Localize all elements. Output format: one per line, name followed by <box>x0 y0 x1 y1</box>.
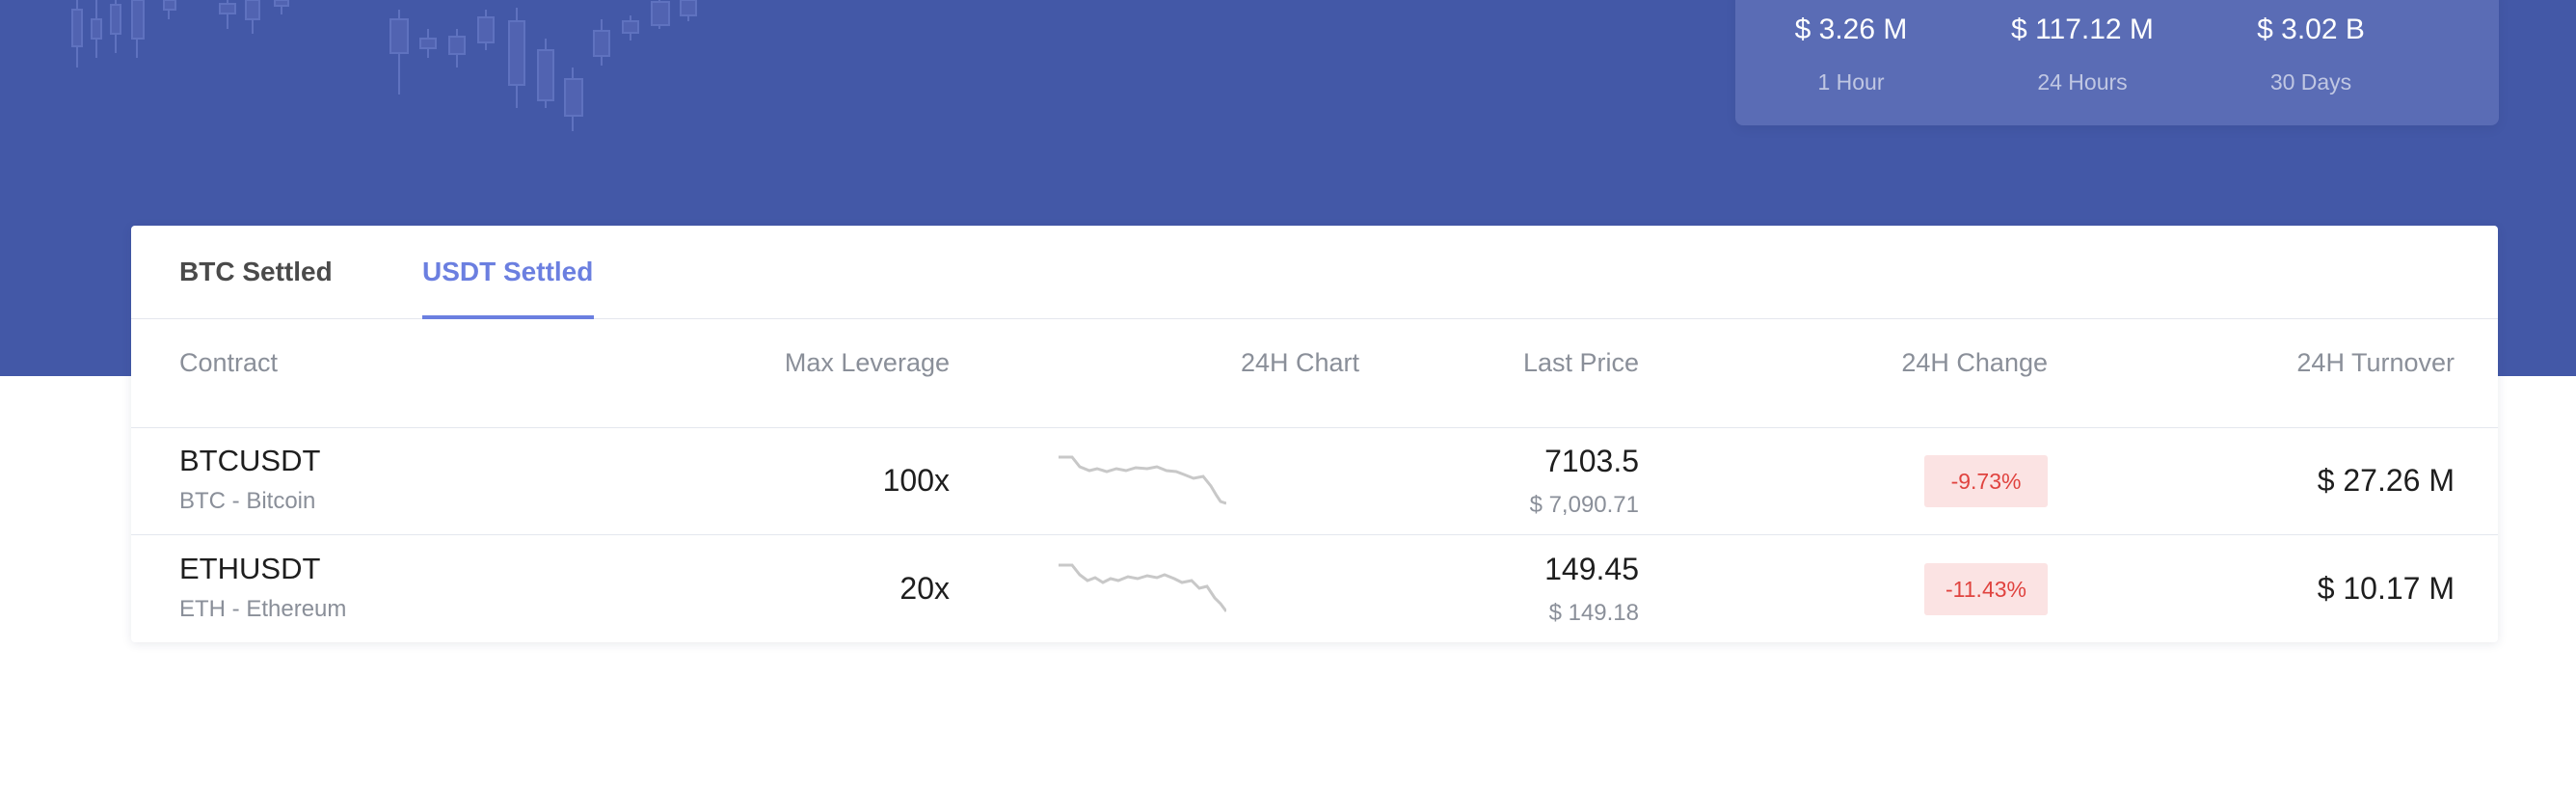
header-last-price[interactable]: Last Price <box>1523 348 1639 378</box>
stat-label: 30 Days <box>2269 69 2352 95</box>
table-row[interactable]: ETHUSDT ETH - Ethereum 20x 149.45 $ 149.… <box>131 536 2498 642</box>
change-badge: -9.73% <box>1924 455 2048 507</box>
header-24h-turnover[interactable]: 24H Turnover <box>2296 348 2455 378</box>
contract-name: BTC - Bitcoin <box>179 488 316 514</box>
candlestick-decoration <box>71 0 697 131</box>
stat-value: $ 117.12 M <box>2011 14 2154 45</box>
last-price-usd: $ 149.18 <box>1548 600 1639 626</box>
settlement-tabs: BTC Settled USDT Settled <box>131 226 2498 319</box>
stat-label: 24 Hours <box>2037 69 2128 95</box>
stat-value: $ 3.02 B <box>2257 14 2365 45</box>
max-leverage: 100x <box>882 463 950 498</box>
last-price-usd: $ 7,090.71 <box>1529 492 1639 518</box>
contract-name: ETH - Ethereum <box>179 596 347 622</box>
header-24h-change[interactable]: 24H Change <box>1901 348 2048 378</box>
stat-value: $ 3.26 M <box>1794 14 1908 45</box>
stat-label: 1 Hour <box>1817 69 1885 95</box>
last-price: 7103.5 <box>1544 444 1639 478</box>
last-price: 149.45 <box>1544 552 1639 586</box>
header-contract[interactable]: Contract <box>179 348 278 378</box>
change-badge: -11.43% <box>1924 563 2048 615</box>
contracts-panel: BTC Settled USDT Settled Contract Max Le… <box>131 226 2498 642</box>
tab-btc-settled[interactable]: BTC Settled <box>179 257 333 287</box>
table-row[interactable]: BTCUSDT BTC - Bitcoin 100x 7103.5 $ 7,09… <box>131 428 2498 535</box>
contract-symbol[interactable]: BTCUSDT <box>179 444 320 478</box>
turnover-value: $ 10.17 M <box>2317 571 2455 606</box>
sparkline-chart <box>1059 563 1226 612</box>
header-24h-chart: 24H Chart <box>1240 348 1359 377</box>
contract-symbol[interactable]: ETHUSDT <box>179 552 320 586</box>
header-max-leverage[interactable]: Max Leverage <box>785 348 950 378</box>
max-leverage: 20x <box>899 571 950 606</box>
table-header: Contract Max Leverage 24H Chart Last Pri… <box>131 319 2498 428</box>
sparkline-chart <box>1059 455 1226 505</box>
turnover-value: $ 27.26 M <box>2317 463 2455 498</box>
turnover-stats-card: $ 3.26 M 1 Hour $ 117.12 M 24 Hours $ 3.… <box>1735 0 2499 125</box>
tab-usdt-settled[interactable]: USDT Settled <box>422 257 593 287</box>
